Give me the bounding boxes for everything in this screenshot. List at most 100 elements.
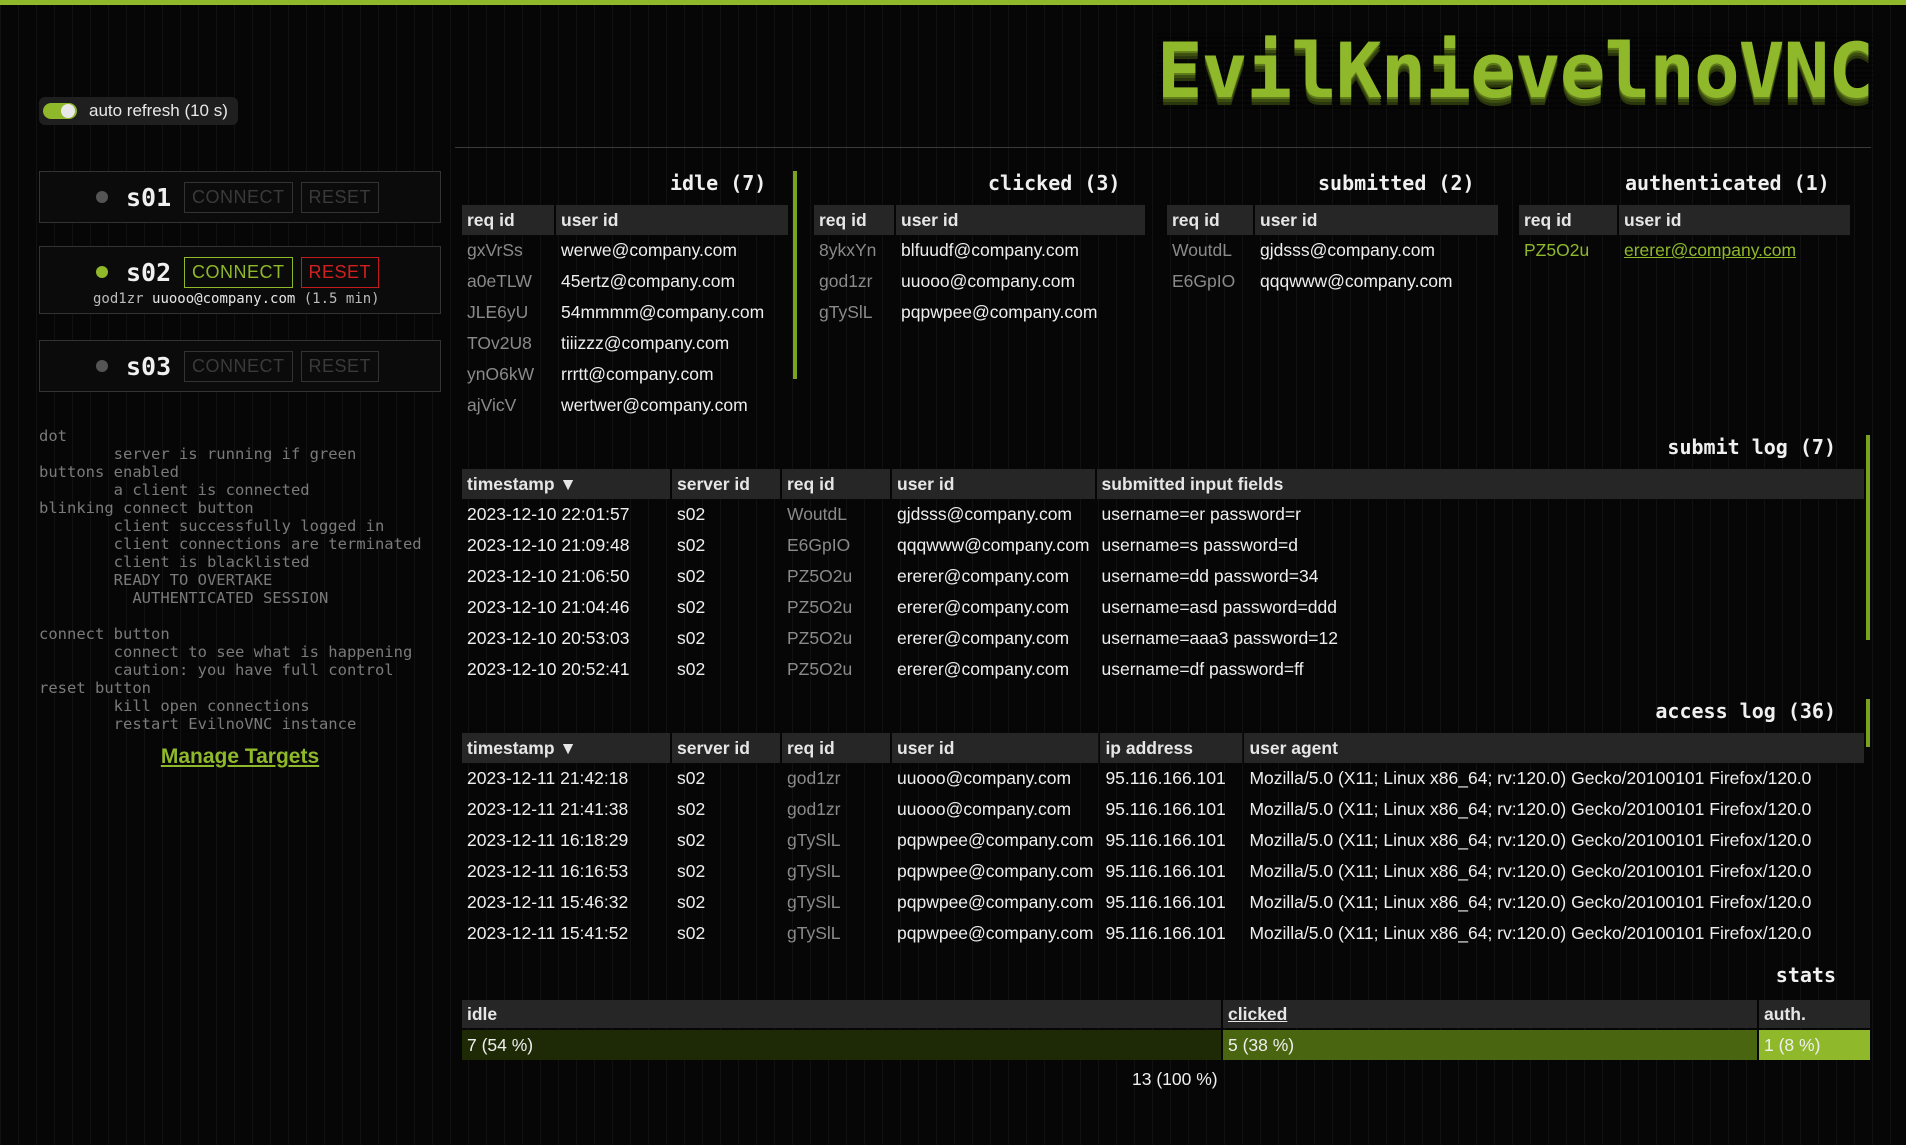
submitted-fields: username=df password=ff	[1101, 659, 1304, 679]
col-user-id: user id	[1619, 205, 1850, 235]
table-row[interactable]: gxVrSs werwe@company.com	[462, 235, 788, 266]
ip-address: 95.116.166.101	[1105, 768, 1226, 788]
stats-value-auth: 1 (8 %)	[1759, 1030, 1870, 1060]
table-row[interactable]: ynO6kW rrrtt@company.com	[462, 359, 788, 390]
user-id: qqqwww@company.com	[897, 535, 1090, 555]
req-id: gxVrSs	[467, 240, 523, 260]
table-row[interactable]: 2023-12-11 15:46:32 s02 gTySlL pqpwpee@comp…	[462, 887, 1864, 918]
req-id: WoutdL	[1172, 240, 1232, 260]
reset-button[interactable]: RESET	[300, 256, 380, 288]
col-timestamp[interactable]: timestamp ▼	[462, 733, 670, 763]
col-timestamp[interactable]: timestamp ▼	[462, 469, 670, 499]
server-id: s01	[126, 182, 172, 212]
clicked-table: req id user id 8ykxYn blfuudf@company.com…	[812, 205, 1147, 328]
table-row[interactable]: a0eTLW 45ertz@company.com	[462, 266, 788, 297]
status-dot-icon	[96, 360, 108, 372]
table-row[interactable]: E6GpIO qqqwww@company.com	[1167, 266, 1498, 297]
ip-address: 95.116.166.101	[1105, 799, 1226, 819]
user-id: qqqwww@company.com	[1260, 271, 1453, 291]
table-row[interactable]: 2023-12-10 20:52:41 s02 PZ5O2u ererer@compa…	[462, 654, 1864, 685]
toggle-switch-icon[interactable]	[43, 103, 77, 119]
req-id: PZ5O2u	[1524, 240, 1590, 260]
req-id: ajVicV	[467, 395, 517, 415]
manage-targets-link[interactable]: Manage Targets	[0, 745, 480, 769]
user-id: wertwer@company.com	[561, 395, 748, 415]
timestamp: 2023-12-10 21:04:46	[467, 597, 630, 617]
req-id: gTySlL	[787, 892, 841, 912]
user-id: 45ertz@company.com	[561, 271, 736, 291]
submitted-fields: username=s password=d	[1101, 535, 1299, 555]
req-id: gTySlL	[787, 861, 841, 881]
table-row[interactable]: TOv2U8 tiiizzz@company.com	[462, 328, 788, 359]
col-server-id: server id	[672, 469, 780, 499]
stats-label-clicked[interactable]: clicked	[1223, 1000, 1757, 1028]
ip-address: 95.116.166.101	[1105, 830, 1226, 850]
reset-button[interactable]: RESET	[300, 181, 380, 213]
timestamp: 2023-12-11 16:18:29	[467, 830, 629, 850]
col-req-id: req id	[782, 469, 890, 499]
connect-button[interactable]: CONNECT	[184, 350, 293, 382]
submit-log-scrollbar[interactable]	[1866, 435, 1870, 640]
ip-address: 95.116.166.101	[1105, 861, 1226, 881]
idle-scrollbar[interactable]	[793, 171, 797, 379]
req-id: gTySlL	[787, 923, 841, 943]
table-row[interactable]: 2023-12-11 21:41:38 s02 god1zr uuooo@compan…	[462, 794, 1864, 825]
user-id: werwe@company.com	[561, 240, 737, 260]
server-id: s02	[677, 504, 706, 524]
table-row[interactable]: JLE6yU 54mmmm@company.com	[462, 297, 788, 328]
timestamp: 2023-12-11 21:41:38	[467, 799, 629, 819]
col-submitted-fields: submitted input fields	[1096, 469, 1864, 499]
server-id: s02	[677, 597, 706, 617]
table-row[interactable]: 2023-12-11 16:18:29 s02 gTySlL pqpwpee@comp…	[462, 825, 1864, 856]
reset-button[interactable]: RESET	[300, 350, 380, 382]
table-row[interactable]: 2023-12-10 21:06:50 s02 PZ5O2u ererer@compa…	[462, 561, 1864, 592]
col-server-id: server id	[672, 733, 780, 763]
status-dot-icon	[96, 191, 108, 203]
col-req-id: req id	[782, 733, 890, 763]
table-row[interactable]: ajVicV wertwer@company.com	[462, 390, 788, 421]
table-row[interactable]: 2023-12-10 20:53:03 s02 PZ5O2u ererer@compa…	[462, 623, 1864, 654]
table-row[interactable]: 2023-12-10 21:04:46 s02 PZ5O2u ererer@compa…	[462, 592, 1864, 623]
server-id: s02	[677, 799, 706, 819]
req-id: 8ykxYn	[819, 240, 877, 260]
table-row[interactable]: 2023-12-11 21:42:18 s02 god1zr uuooo@compan…	[462, 763, 1864, 794]
table-row[interactable]: WoutdL gjdsss@company.com	[1167, 235, 1498, 266]
stats-label-auth: auth.	[1759, 1000, 1870, 1028]
user-agent: Mozilla/5.0 (X11; Linux x86_64; rv:120.0…	[1249, 923, 1812, 943]
user-id: gjdsss@company.com	[897, 504, 1072, 524]
idle-table: req id user id gxVrSs werwe@company.com a…	[460, 205, 790, 421]
req-id: gTySlL	[819, 302, 873, 322]
user-id: ererer@company.com	[897, 659, 1070, 679]
table-row[interactable]: 8ykxYn blfuudf@company.com	[814, 235, 1145, 266]
submitted-fields: username=er password=r	[1101, 504, 1301, 524]
server-id: s02	[677, 628, 706, 648]
auto-refresh-toggle[interactable]: auto refresh (10 s)	[39, 97, 238, 125]
table-row[interactable]: god1zr uuooo@company.com	[814, 266, 1145, 297]
access-log-scrollbar[interactable]	[1866, 699, 1870, 747]
user-id: blfuudf@company.com	[901, 240, 1079, 260]
server-id: s03	[126, 351, 172, 381]
col-user-id: user id	[892, 733, 1099, 763]
connect-button[interactable]: CONNECT	[184, 256, 293, 288]
user-id: 54mmmm@company.com	[561, 302, 765, 322]
req-id: a0eTLW	[467, 271, 532, 291]
req-id: ynO6kW	[467, 364, 535, 384]
user-id-link[interactable]: ererer@company.com	[1619, 235, 1850, 266]
session-duration: (1.5 min)	[303, 291, 380, 307]
user-id: ererer@company.com	[897, 566, 1070, 586]
user-id: ererer@company.com	[897, 628, 1070, 648]
table-row[interactable]: 2023-12-10 21:09:48 s02 E6GpIO qqqwww@compa…	[462, 530, 1864, 561]
table-row[interactable]: gTySlL pqpwpee@company.com	[814, 297, 1145, 328]
table-row[interactable]: 2023-12-11 15:41:52 s02 gTySlL pqpwpee@comp…	[462, 918, 1864, 949]
connect-button[interactable]: CONNECT	[184, 181, 293, 213]
req-id: PZ5O2u	[787, 597, 853, 617]
user-agent: Mozilla/5.0 (X11; Linux x86_64; rv:120.0…	[1249, 892, 1812, 912]
server-card-s02: s02 CONNECT RESET god1zr uuooo@company.c…	[39, 246, 441, 314]
access-log-title: access log (36)	[1655, 699, 1836, 723]
user-agent: Mozilla/5.0 (X11; Linux x86_64; rv:120.0…	[1249, 861, 1812, 881]
table-row[interactable]: 2023-12-11 16:16:53 s02 gTySlL pqpwpee@comp…	[462, 856, 1864, 887]
table-row[interactable]: PZ5O2u ererer@company.com	[1519, 235, 1850, 266]
legend-text: dot server is running if green buttons e…	[39, 427, 422, 733]
status-dot-icon	[96, 266, 108, 278]
table-row[interactable]: 2023-12-10 22:01:57 s02 WoutdL gjdsss@compa…	[462, 499, 1864, 530]
